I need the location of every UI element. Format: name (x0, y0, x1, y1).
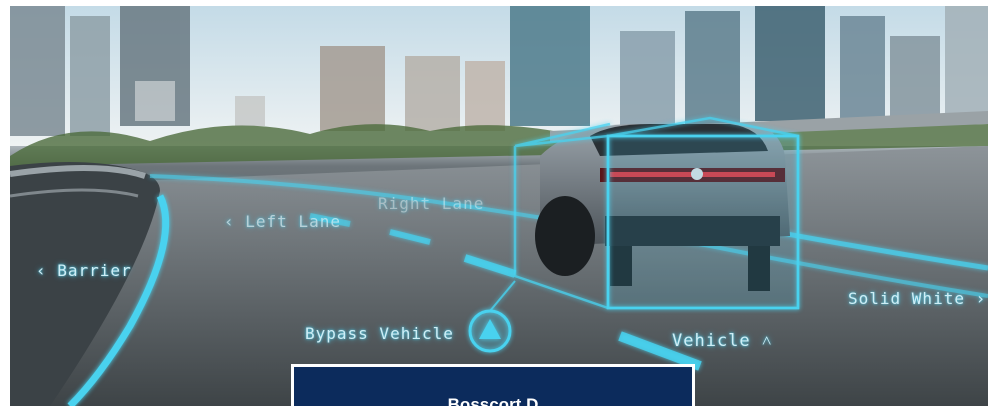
label-left-lane: ‹ Left Lane (224, 212, 341, 231)
label-right-lane: Right Lane (378, 194, 485, 213)
label-vehicle: Vehicle ˄ (672, 331, 773, 351)
photo-frame: ‹ Left Lane Right Lane ‹ Barrier Bypass … (10, 6, 988, 406)
label-bypass-vehicle: Bypass Vehicle (305, 324, 454, 343)
label-solid-white: Solid White › (848, 289, 987, 308)
label-barrier: ‹ Barrier (36, 261, 132, 280)
caption-text: Bosscort D (447, 395, 539, 406)
caption-box: Bosscort D (291, 364, 695, 406)
highway-scene (10, 6, 988, 406)
